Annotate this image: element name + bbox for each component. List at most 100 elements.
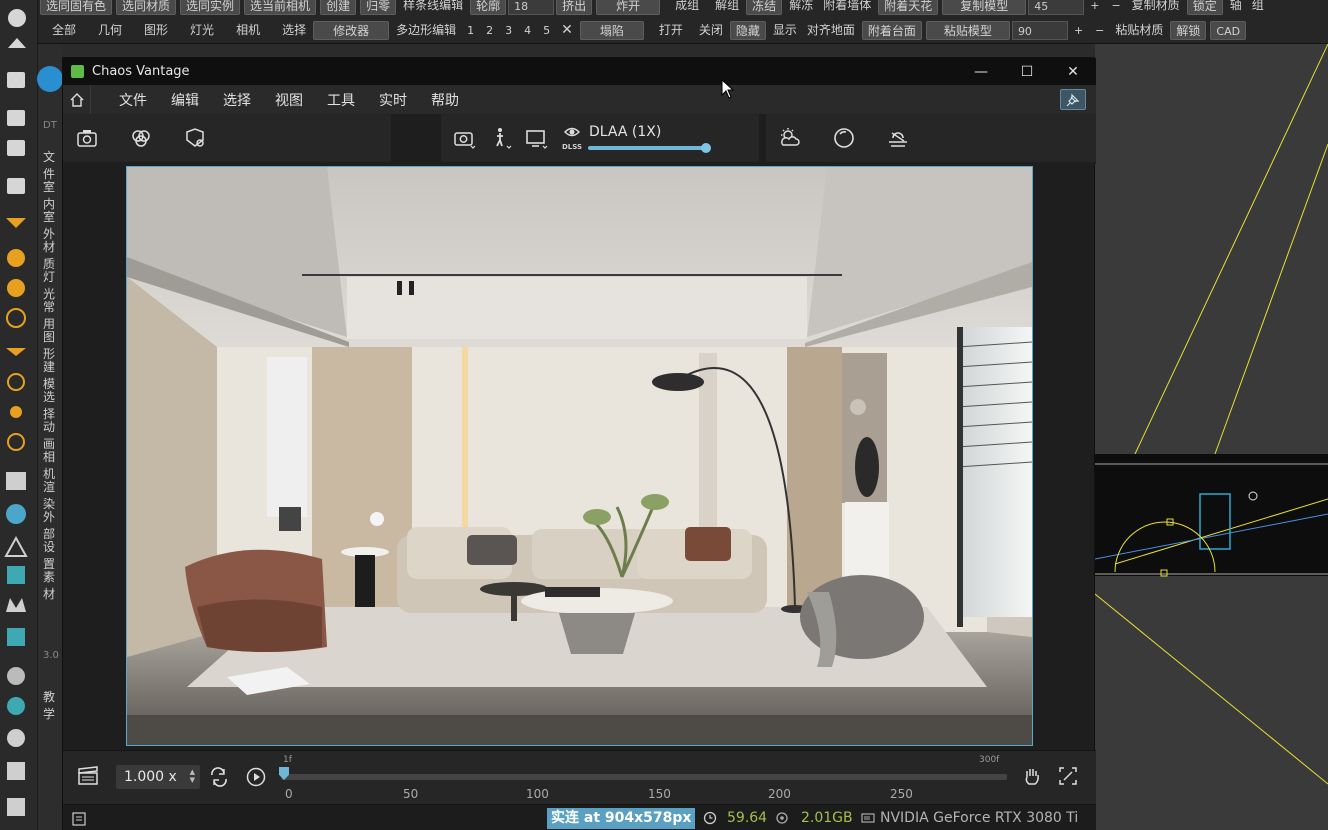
subobj-3[interactable]: 3	[499, 21, 518, 40]
plus-button[interactable]: +	[1084, 0, 1105, 15]
create-button[interactable]: 创建	[320, 0, 357, 15]
menu-view[interactable]: 视图	[263, 90, 315, 110]
group-button[interactable]: 成组	[670, 0, 704, 15]
dlaa-slider[interactable]	[588, 143, 711, 153]
render-viewport[interactable]	[126, 166, 1033, 746]
open-group-button[interactable]: 打开	[654, 21, 688, 40]
log-icon[interactable]	[72, 812, 86, 826]
hide-button[interactable]: 隐藏	[729, 20, 766, 40]
menu-file[interactable]: 文件	[107, 90, 159, 110]
camera-dropdown-icon[interactable]	[453, 126, 477, 150]
side-label-camera[interactable]: 相机	[43, 448, 62, 482]
group-axis-button[interactable]: 组	[1247, 0, 1269, 15]
post-effects-icon[interactable]	[886, 126, 910, 150]
angle-90-spinner[interactable]: 90	[1011, 20, 1068, 40]
select-same-instance-button[interactable]: 选同实例	[180, 0, 241, 15]
attach-counter-button[interactable]: 附着台面	[861, 20, 922, 40]
filter-lights[interactable]: 灯光	[185, 21, 219, 40]
speed-stepper-icon[interactable]: ▲ ▼	[190, 768, 195, 784]
ungroup-button[interactable]: 解组	[710, 0, 744, 15]
timeline-track[interactable]	[281, 774, 1007, 780]
copy-model-button[interactable]: 复制模型	[942, 0, 1027, 15]
unlock-button[interactable]: 解锁	[1170, 20, 1207, 40]
side-label-common[interactable]: 常用	[43, 298, 62, 332]
sun-cloud-icon[interactable]	[778, 126, 802, 150]
copy-material-button[interactable]: 复制材质	[1127, 0, 1185, 15]
side-label-settings[interactable]: 设置	[43, 538, 62, 572]
pin-button[interactable]	[1060, 89, 1086, 110]
cad-button[interactable]: CAD	[1210, 20, 1247, 40]
minus-button-2[interactable]: −	[1089, 21, 1110, 40]
select-current-camera-button[interactable]: 选当前相机	[244, 0, 317, 15]
filter-cameras[interactable]: 相机	[231, 21, 265, 40]
lock-button[interactable]: 锁定	[1186, 0, 1223, 15]
freeze-button[interactable]: 冻结	[746, 0, 783, 15]
select-same-color-button[interactable]: 选同固有色	[40, 0, 113, 15]
attach-ceiling-button[interactable]: 附着天花	[878, 0, 939, 15]
filter-select[interactable]: 选择	[277, 21, 311, 40]
subobj-4[interactable]: 4	[518, 21, 537, 40]
side-label-assets[interactable]: 素材	[43, 568, 62, 602]
axis-button[interactable]: 轴	[1225, 0, 1247, 15]
align-ground-button[interactable]: 对齐地面	[802, 21, 860, 40]
side-label-file[interactable]: 文件	[43, 148, 62, 182]
minimize-button[interactable]: —	[958, 58, 1004, 85]
menu-help[interactable]: 帮助	[419, 90, 471, 110]
explode-button[interactable]: 炸开	[596, 0, 661, 15]
attach-wall-button[interactable]: 附着墙体	[818, 0, 876, 15]
subobj-1[interactable]: 1	[461, 21, 480, 40]
color-channels-icon[interactable]	[129, 126, 153, 150]
side-label-graphic[interactable]: 图形	[43, 328, 62, 362]
maximize-button[interactable]: ☐	[1004, 58, 1050, 85]
display-dropdown-icon[interactable]	[525, 126, 549, 150]
menu-live[interactable]: 实时	[367, 90, 419, 110]
reset-button[interactable]: 归零	[360, 0, 397, 15]
extrude-button[interactable]: 挤出	[556, 0, 593, 15]
paste-model-button[interactable]: 粘贴模型	[925, 20, 1010, 40]
exposure-icon[interactable]	[832, 126, 856, 150]
modifier-button[interactable]: 修改器	[313, 20, 390, 40]
outline-value-spinner[interactable]: 18	[508, 0, 555, 15]
menu-select[interactable]: 选择	[211, 90, 263, 110]
side-label-select[interactable]: 选择	[43, 388, 62, 422]
fit-view-icon[interactable]	[1057, 765, 1079, 787]
home-button[interactable]	[63, 85, 91, 114]
close-group-button[interactable]: 关闭	[694, 21, 728, 40]
dlaa-slider-knob[interactable]	[701, 143, 711, 153]
side-label-material[interactable]: 材质	[43, 238, 62, 272]
paste-material-button[interactable]: 粘贴材质	[1110, 21, 1168, 40]
side-label-light[interactable]: 灯光	[43, 268, 62, 302]
loop-icon[interactable]	[208, 766, 230, 788]
close-subobj-icon[interactable]: ✕	[556, 21, 578, 40]
vantage-titlebar[interactable]: Chaos Vantage — ☐ ✕	[63, 58, 1096, 85]
show-button[interactable]: 显示	[768, 21, 802, 40]
side-label-render[interactable]: 渲染	[43, 478, 62, 512]
side-label-teaching[interactable]: 教学	[43, 688, 62, 722]
pan-hand-icon[interactable]	[1021, 765, 1043, 787]
scene-settings-icon[interactable]	[183, 126, 207, 150]
filter-all[interactable]: 全部	[38, 21, 81, 40]
clapperboard-icon[interactable]	[77, 765, 99, 787]
host-3d-viewport[interactable]	[1095, 44, 1328, 830]
close-button[interactable]: ✕	[1050, 58, 1096, 85]
side-label-modeling[interactable]: 建模	[43, 358, 62, 392]
minus-button[interactable]: −	[1105, 0, 1126, 15]
plus-button-2[interactable]: +	[1068, 21, 1089, 40]
screenshot-camera-icon[interactable]	[75, 126, 99, 150]
menu-tools[interactable]: 工具	[315, 90, 367, 110]
angle-45-spinner[interactable]: 45	[1028, 0, 1085, 15]
collapse-button[interactable]: 塌陷	[579, 20, 644, 40]
unfreeze-button[interactable]: 解冻	[784, 0, 818, 15]
outline-button[interactable]: 轮廓	[470, 0, 507, 15]
side-label-external[interactable]: 外部	[43, 508, 62, 542]
menu-edit[interactable]: 编辑	[159, 90, 211, 110]
play-icon[interactable]	[245, 766, 267, 788]
filter-shapes[interactable]: 图形	[139, 21, 173, 40]
filter-geometry[interactable]: 几何	[93, 21, 127, 40]
side-label-interior[interactable]: 室内	[43, 178, 62, 212]
side-label-exterior[interactable]: 室外	[43, 208, 62, 242]
walk-mode-icon[interactable]	[489, 126, 513, 150]
side-label-animation[interactable]: 动画	[43, 418, 62, 452]
subobj-2[interactable]: 2	[480, 21, 499, 40]
subobj-5[interactable]: 5	[537, 21, 556, 40]
